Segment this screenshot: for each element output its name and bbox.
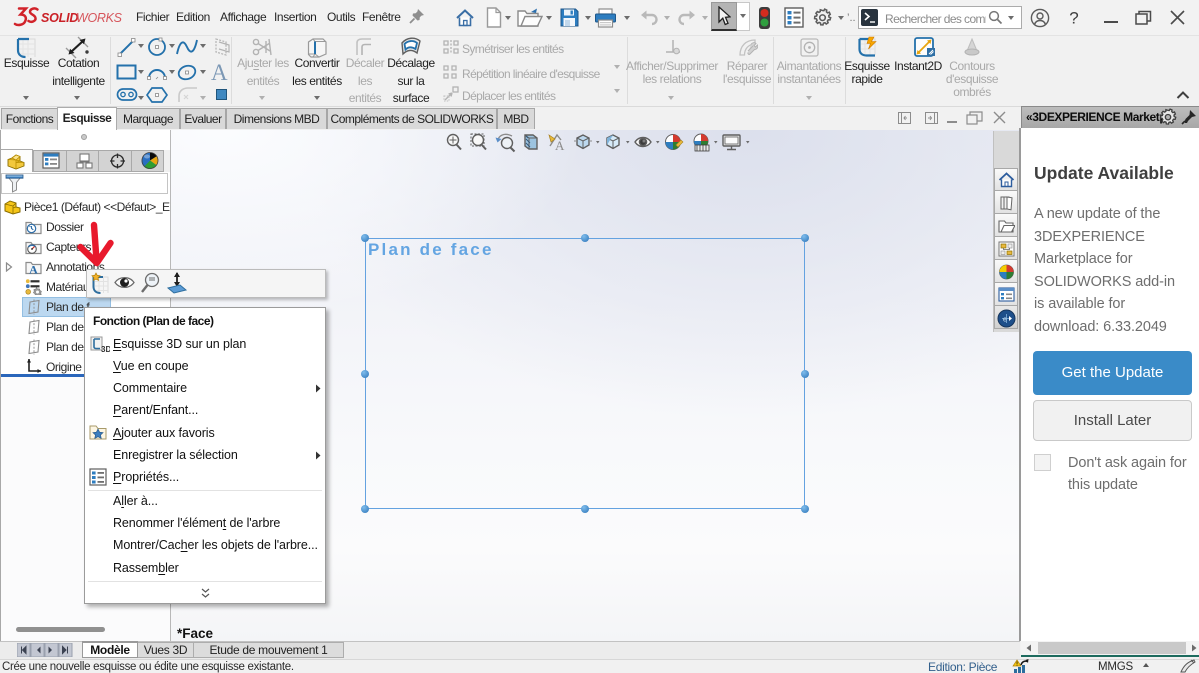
svg-text:!: ! bbox=[1016, 662, 1018, 668]
svg-text:e: e bbox=[1003, 317, 1007, 324]
svg-text:SOLID: SOLID bbox=[41, 11, 78, 25]
svg-text:A: A bbox=[555, 138, 565, 153]
svg-text:3D: 3D bbox=[101, 345, 110, 354]
svg-text:WORKS: WORKS bbox=[76, 11, 123, 25]
svg-text:?: ? bbox=[1069, 9, 1078, 28]
